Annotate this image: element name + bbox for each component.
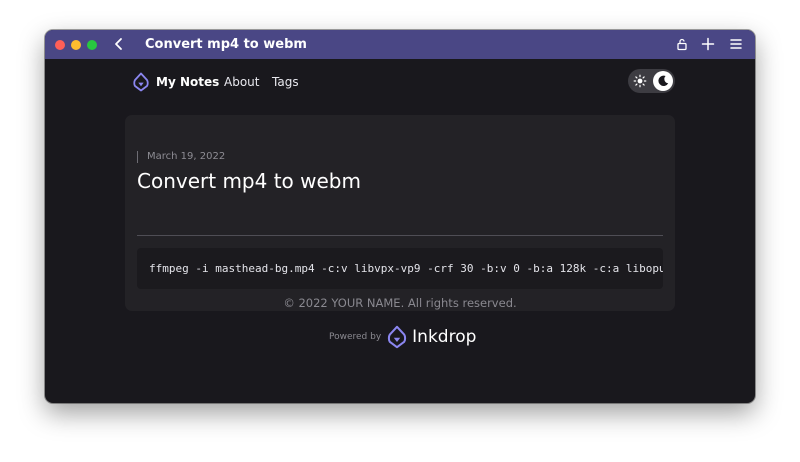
zoom-window-button[interactable] (87, 40, 97, 50)
theme-toggle[interactable] (628, 69, 675, 93)
minimize-window-button[interactable] (71, 40, 81, 50)
powered-by-link[interactable]: Powered by Inkdrop (329, 325, 476, 349)
inkdrop-logo-icon (388, 325, 407, 349)
toggle-knob (653, 71, 673, 91)
nav-tags-link[interactable]: Tags (272, 72, 299, 92)
inkdrop-logo-icon (133, 72, 149, 92)
nav-about-link[interactable]: About (224, 72, 259, 92)
sun-icon (633, 74, 647, 88)
post-date: March 19, 2022 (137, 151, 225, 163)
post-title: Convert mp4 to webm (137, 169, 361, 193)
footer-copyright: © 2022 YOUR NAME. All rights reserved. (283, 296, 517, 310)
hamburger-icon[interactable] (729, 37, 743, 51)
brand-name: My Notes (156, 75, 220, 89)
close-window-button[interactable] (55, 40, 65, 50)
app-window: Convert mp4 to webm My Notes About Tags (45, 30, 755, 403)
inkdrop-name: Inkdrop (412, 327, 477, 347)
title-divider (137, 235, 663, 236)
moon-icon (658, 75, 669, 86)
brand-link[interactable]: My Notes (133, 72, 219, 92)
lock-icon[interactable] (675, 37, 689, 51)
window-title: Convert mp4 to webm (145, 37, 307, 52)
powered-by-label: Powered by (329, 332, 382, 342)
title-bar: Convert mp4 to webm (45, 30, 755, 59)
plus-icon[interactable] (701, 37, 715, 51)
code-block[interactable]: ffmpeg -i masthead-bg.mp4 -c:v libvpx-vp… (137, 248, 663, 289)
site-content: My Notes About Tags March 19, 2022 Conve… (45, 59, 755, 403)
code-text: ffmpeg -i masthead-bg.mp4 -c:v libvpx-vp… (149, 262, 663, 275)
back-icon[interactable] (111, 36, 127, 52)
post-card: March 19, 2022 Convert mp4 to webm ffmpe… (125, 115, 675, 311)
